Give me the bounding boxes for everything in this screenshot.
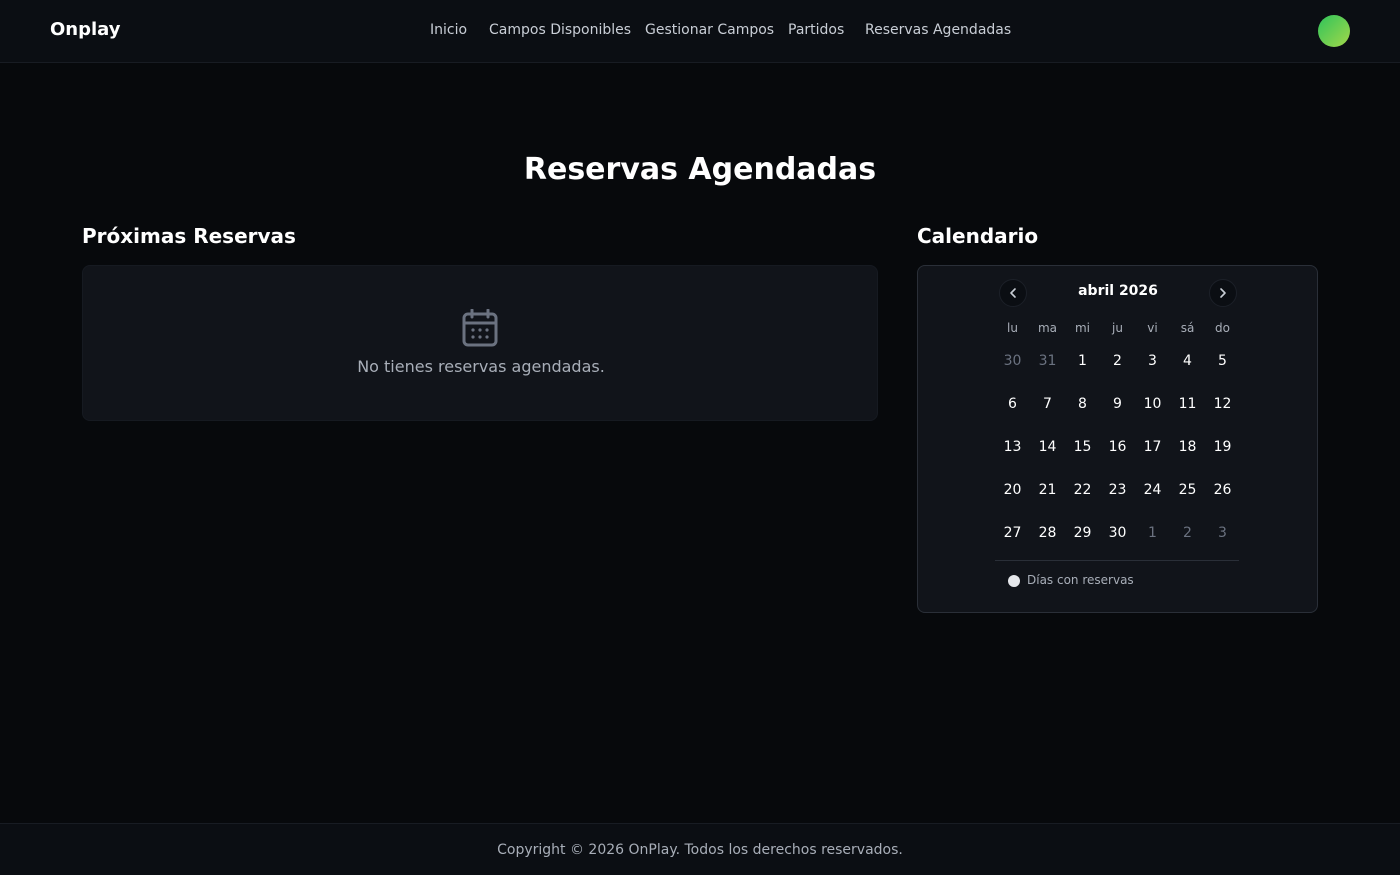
calendar-day[interactable]: 22 [1065, 469, 1100, 512]
calendar-day[interactable]: 8 [1065, 383, 1100, 426]
calendar-month-label: abril 2026 [1078, 283, 1158, 299]
calendar-day[interactable]: 13 [995, 426, 1030, 469]
calendar-day[interactable]: 2 [1100, 340, 1135, 383]
calendar-day[interactable]: 9 [1100, 383, 1135, 426]
calendar-day[interactable]: 7 [1030, 383, 1065, 426]
calendar-day[interactable]: 5 [1205, 340, 1240, 383]
calendar-widget: abril 2026 lu ma mi ju vi sá do 30 31 1 2 3 4 5 6 7 8 9 10… [917, 265, 1318, 613]
calendar-day[interactable]: 19 [1205, 426, 1240, 469]
calendar-day[interactable]: 27 [995, 512, 1030, 555]
calendar-day[interactable]: 20 [995, 469, 1030, 512]
calendar-grid: lu ma mi ju vi sá do 30 31 1 2 3 4 5 6 7 8 9 10 11 12 13 14 15 1… [995, 316, 1240, 555]
calendar-day[interactable]: 21 [1030, 469, 1065, 512]
calendar-day[interactable]: 25 [1170, 469, 1205, 512]
calendar-weekday: lu [1007, 321, 1018, 335]
calendar-day[interactable]: 10 [1135, 383, 1170, 426]
calendar-weekday: mi [1074, 321, 1091, 335]
page-title: Reservas Agendadas [523, 152, 877, 187]
calendar-prev-button[interactable] [999, 279, 1027, 307]
nav-link-reservas-agendadas[interactable]: Reservas Agendadas [865, 22, 1011, 38]
nav-link-gestionar-campos[interactable]: Gestionar Campos [645, 22, 774, 38]
calendar-day[interactable]: 3 [1135, 340, 1170, 383]
calendar-day[interactable]: 17 [1135, 426, 1170, 469]
calendar-day[interactable]: 18 [1170, 426, 1205, 469]
footer: Copyright © 2026 OnPlay. Todos los derec… [0, 823, 1400, 875]
nav-link-inicio[interactable]: Inicio [430, 22, 467, 38]
calendar-day[interactable]: 16 [1100, 426, 1135, 469]
calendar-weekday: vi [1147, 321, 1158, 335]
calendar-weekday: sá [1180, 321, 1195, 335]
user-avatar[interactable] [1318, 15, 1350, 47]
calendar-next-button[interactable] [1209, 279, 1237, 307]
calendar-day-outside-month[interactable]: 3 [1205, 512, 1240, 555]
calendar-day[interactable]: 6 [995, 383, 1030, 426]
calendar-day[interactable]: 4 [1170, 340, 1205, 383]
calendar-day[interactable]: 28 [1030, 512, 1065, 555]
calendar-day-outside-month[interactable]: 2 [1170, 512, 1205, 555]
calendar-day[interactable]: 14 [1030, 426, 1065, 469]
nav-link-campos-disponibles[interactable]: Campos Disponibles [489, 22, 631, 38]
calendar-divider [995, 560, 1239, 561]
upcoming-reservations-title: Próximas Reservas [82, 224, 296, 248]
calendar-day[interactable]: 1 [1065, 340, 1100, 383]
chevron-left-icon [1010, 288, 1016, 298]
calendar-title: Calendario [917, 224, 1039, 248]
brand-logo[interactable]: Onplay [50, 19, 121, 40]
calendar-day[interactable]: 12 [1205, 383, 1240, 426]
calendar-day[interactable]: 15 [1065, 426, 1100, 469]
calendar-weekday: ma [1037, 321, 1058, 335]
calendar-weekday: ju [1112, 321, 1123, 335]
empty-reservations-text: No tienes reservas agendadas. [357, 357, 605, 376]
calendar-day[interactable]: 23 [1100, 469, 1135, 512]
calendar-icon [462, 309, 498, 347]
empty-reservations-card: No tienes reservas agendadas. [82, 265, 878, 421]
legend-dot [1008, 575, 1020, 587]
nav-link-partidos[interactable]: Partidos [788, 22, 844, 38]
calendar-day[interactable]: 11 [1170, 383, 1205, 426]
calendar-day[interactable]: 29 [1065, 512, 1100, 555]
calendar-day-outside-month[interactable]: 30 [995, 340, 1030, 383]
calendar-weekday: do [1215, 321, 1230, 335]
footer-copyright: Copyright © 2026 OnPlay. Todos los derec… [497, 842, 903, 858]
calendar-day-outside-month[interactable]: 31 [1030, 340, 1065, 383]
chevron-right-icon [1220, 288, 1226, 298]
calendar-legend-text: Días con reservas [1027, 573, 1134, 587]
calendar-day[interactable]: 26 [1205, 469, 1240, 512]
navbar: Onplay Inicio Campos Disponibles Gestion… [0, 0, 1400, 63]
calendar-day[interactable]: 30 [1100, 512, 1135, 555]
calendar-day[interactable]: 24 [1135, 469, 1170, 512]
calendar-day-outside-month[interactable]: 1 [1135, 512, 1170, 555]
